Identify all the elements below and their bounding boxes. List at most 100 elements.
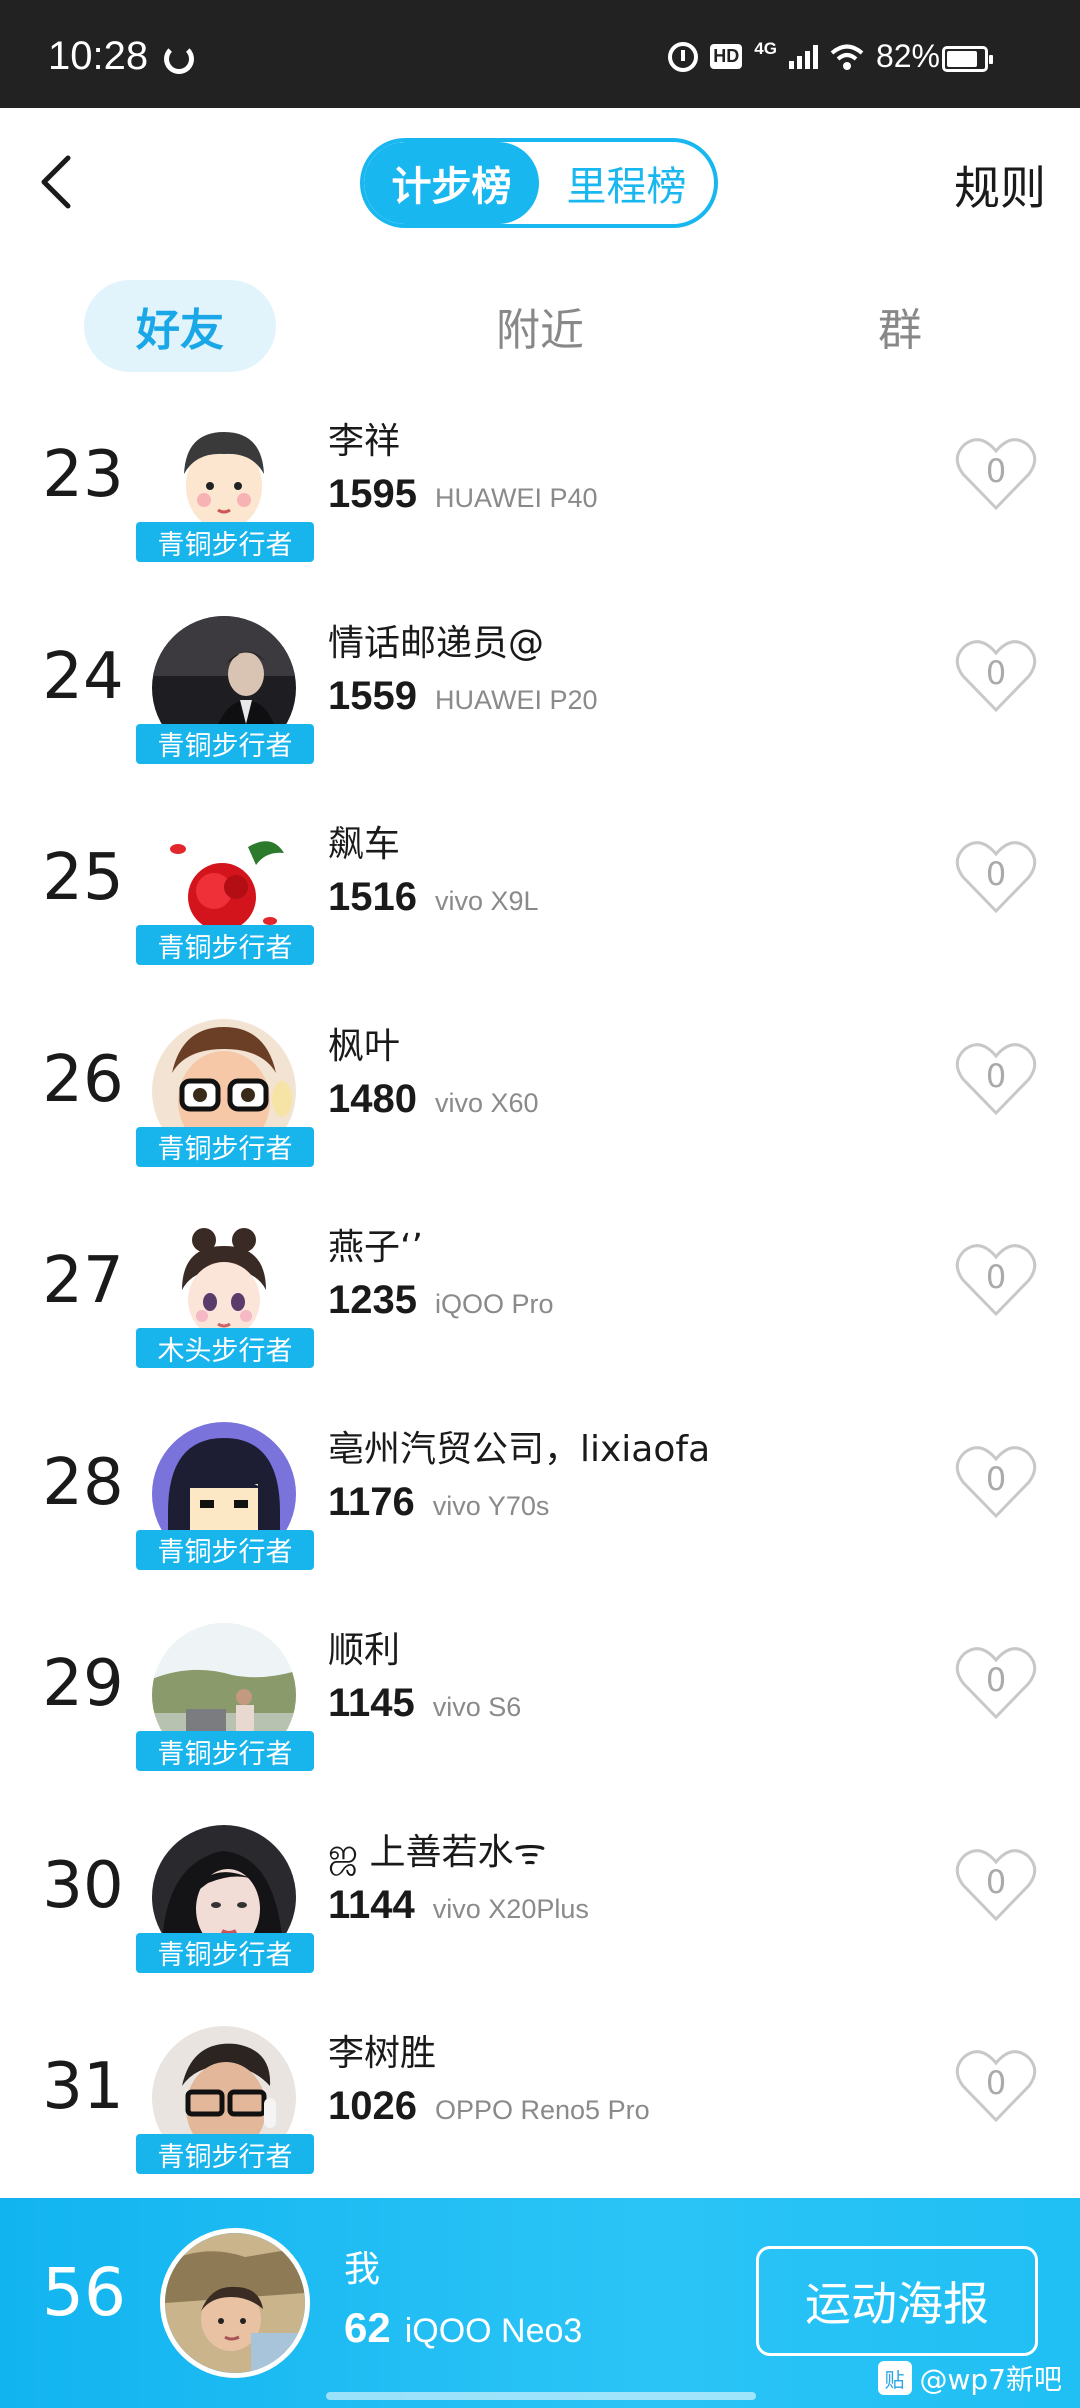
sports-poster-button[interactable]: 运动海报 — [756, 2246, 1038, 2356]
like-count: 0 — [985, 1661, 1007, 1699]
ranking-row[interactable]: 29 青铜步行者 顺利 1145 vivo S6 0 — [0, 1609, 1080, 1811]
like-count: 0 — [985, 452, 1007, 490]
battery-percent: 82% — [875, 38, 940, 74]
steps-info: 1176 vivo Y70s — [328, 1480, 549, 1525]
rank-number: 25 — [42, 841, 124, 915]
user-name: 燕子‘’ — [328, 1227, 423, 1268]
rank-number: 31 — [42, 2050, 124, 2124]
ranking-row[interactable]: 31 青铜步行者 李树胜 1026 OPPO Reno5 Pro 0 — [0, 2012, 1080, 2214]
tab-nearby[interactable]: 附近 — [444, 280, 636, 372]
tab-groups[interactable]: 群 — [804, 280, 996, 372]
ranking-row[interactable]: 24 青铜步行者 情话邮递员@ 1559 HUAWEI P20 0 — [0, 602, 1080, 804]
ranking-row[interactable]: 23 青铜步行者 李祥 1595 HUAWEI P40 0 — [0, 400, 1080, 602]
ranking-row[interactable]: 27 木头步行者 燕子‘’ 1235 iQOO Pro 0 — [0, 1206, 1080, 1408]
ranking-row[interactable]: 28 青铜步行者 亳州汽贸公司，lixiaofa 1176 vivo Y70s … — [0, 1408, 1080, 1610]
signal-icon — [788, 44, 818, 69]
user-name: 飙车 — [328, 824, 401, 865]
header: 计步榜 里程榜 规则 — [0, 108, 1080, 258]
my-device-name: iQOO Neo3 — [404, 2312, 583, 2350]
ranking-row[interactable]: 26 青铜步行者 枫叶 1480 vivo X60 0 — [0, 1005, 1080, 1207]
like-button[interactable]: 0 — [954, 1240, 1038, 1320]
rank-number: 29 — [42, 1647, 124, 1721]
steps-info: 1595 HUAWEI P40 — [328, 472, 598, 517]
like-button[interactable]: 0 — [954, 837, 1038, 917]
battery-icon — [942, 46, 993, 72]
step-count: 1145 — [328, 1681, 415, 1725]
steps-info: 1145 vivo S6 — [328, 1681, 521, 1726]
rank-number: 30 — [42, 1848, 124, 1923]
watermark-text: @wp7新吧 — [919, 2363, 1063, 2396]
like-count: 0 — [985, 653, 1007, 692]
rank-number: 23 — [42, 438, 124, 512]
level-badge: 青铜步行者 — [136, 1529, 314, 1570]
like-count: 0 — [985, 1258, 1007, 1296]
like-button[interactable]: 0 — [954, 1442, 1038, 1522]
chevron-left-icon[interactable] — [30, 152, 90, 212]
battery-level — [947, 51, 977, 67]
like-count: 0 — [985, 855, 1007, 893]
home-indicator[interactable] — [326, 2392, 756, 2400]
tab-friends[interactable]: 好友 — [84, 280, 276, 372]
scope-tabs: 好友 附近 群 — [0, 276, 1080, 376]
tab-step-ranking[interactable]: 计步榜 — [364, 142, 539, 224]
user-name: 李祥 — [328, 421, 401, 462]
device-name: OPPO Reno5 Pro — [434, 2095, 650, 2125]
like-button[interactable]: 0 — [954, 636, 1038, 716]
my-steps-info: 62 iQOO Neo3 — [344, 2304, 582, 2352]
rank-number: 24 — [42, 639, 124, 714]
user-name: 顺利 — [328, 1630, 401, 1671]
device-name: HUAWEI P20 — [434, 684, 598, 715]
like-count: 0 — [985, 2064, 1007, 2102]
like-button[interactable]: 0 — [954, 434, 1038, 514]
device-name: vivo S6 — [432, 1692, 522, 1722]
level-badge: 青铜步行者 — [136, 1932, 314, 1973]
rank-number: 28 — [42, 1445, 124, 1520]
my-name: 我 — [344, 2249, 381, 2290]
level-badge: 青铜步行者 — [136, 2134, 314, 2174]
like-button[interactable]: 0 — [954, 2046, 1038, 2126]
device-name: vivo X9L — [434, 886, 539, 916]
ranking-row[interactable]: 25 青铜步行者 飙车 1516 vivo X9L 0 — [0, 803, 1080, 1005]
rules-link[interactable]: 规则 — [954, 152, 1046, 218]
my-ranking-bar: 56 我 62 iQOO Neo3 运动海报 贴 @wp7新吧 — [0, 2198, 1080, 2408]
like-count: 0 — [985, 1459, 1007, 1498]
wifi-icon — [830, 44, 864, 70]
my-step-count: 62 — [344, 2304, 391, 2351]
step-count: 1516 — [328, 875, 417, 919]
steps-info: 1235 iQOO Pro — [328, 1278, 554, 1323]
status-time: 10:28 — [48, 34, 149, 78]
ranking-row[interactable]: 30 青铜步行者 ஜ 上善若水ᯤ 1144 vivo X20Plus 0 — [0, 1811, 1080, 2013]
level-badge: 青铜步行者 — [136, 925, 314, 965]
my-avatar[interactable] — [160, 2228, 310, 2378]
step-count: 1026 — [328, 2084, 417, 2128]
alarm-icon — [668, 41, 699, 72]
level-badge: 青铜步行者 — [136, 522, 314, 562]
step-count: 1144 — [328, 1882, 415, 1927]
device-name: vivo Y70s — [432, 1490, 550, 1521]
like-button[interactable]: 0 — [954, 1845, 1038, 1925]
network-type: 4G — [754, 38, 777, 58]
status-bar: 10:28 HD 4G 82% — [0, 0, 1080, 108]
ranking-type-switch: 计步榜 里程榜 — [360, 138, 718, 228]
tab-distance-ranking[interactable]: 里程榜 — [539, 142, 714, 224]
user-name: ஜ 上善若水ᯤ — [328, 1831, 547, 1873]
steps-info: 1516 vivo X9L — [328, 875, 539, 920]
level-badge: 木头步行者 — [136, 1328, 314, 1368]
sync-icon — [164, 44, 194, 74]
step-count: 1235 — [328, 1278, 417, 1322]
user-name: 情话邮递员@ — [328, 622, 545, 664]
my-rank-number: 56 — [42, 2254, 126, 2331]
tieba-logo-icon: 贴 — [877, 2361, 912, 2395]
like-button[interactable]: 0 — [954, 1643, 1038, 1723]
rank-number: 26 — [42, 1042, 124, 1117]
device-name: iQOO Pro — [434, 1289, 554, 1319]
watermark: 贴 @wp7新吧 — [877, 2358, 1063, 2398]
like-button[interactable]: 0 — [954, 1039, 1038, 1119]
like-count: 0 — [985, 1862, 1007, 1901]
like-count: 0 — [985, 1056, 1007, 1095]
device-name: vivo X60 — [434, 1087, 539, 1118]
steps-info: 1026 OPPO Reno5 Pro — [328, 2084, 650, 2129]
step-count: 1480 — [328, 1076, 417, 1121]
user-name: 亳州汽贸公司，lixiaofa — [328, 1428, 711, 1470]
step-count: 1559 — [328, 673, 417, 718]
